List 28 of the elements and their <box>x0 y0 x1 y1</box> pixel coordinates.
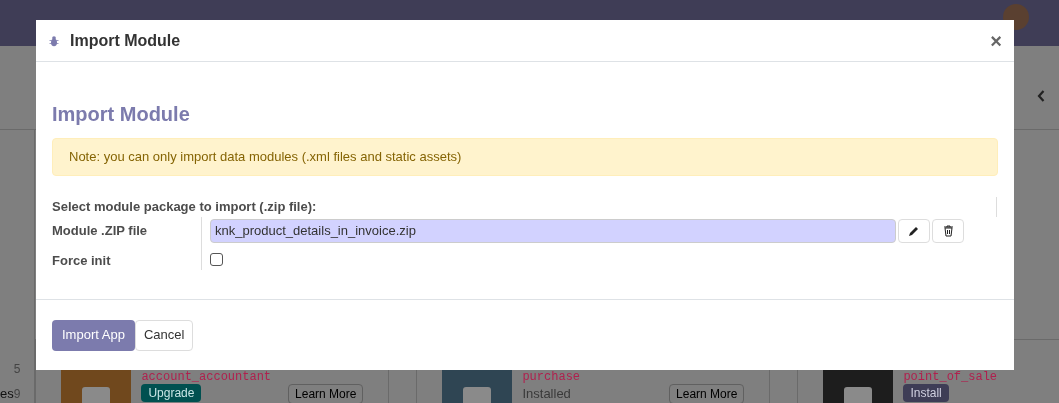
field-label: Force init <box>52 246 202 270</box>
category-count: 5 <box>13 360 21 378</box>
installed-label: Installed <box>522 385 571 403</box>
dialog-title: Import Module <box>70 30 181 51</box>
category-count: 9 <box>13 386 21 403</box>
field-label: Module .ZIP file <box>52 216 202 247</box>
chevron-left-icon[interactable] <box>1037 90 1045 102</box>
install-button[interactable]: Install <box>903 384 949 402</box>
import-app-button[interactable]: Import App <box>52 319 135 351</box>
learn-more-button[interactable]: Learn More <box>288 384 364 403</box>
trash-icon <box>942 224 954 237</box>
category-label: es <box>0 384 14 403</box>
file-field[interactable]: knk_product_details_in_invoice.zip <box>210 218 896 243</box>
technical-name: purchase <box>522 371 582 383</box>
cancel-button[interactable]: Cancel <box>134 319 194 351</box>
section-heading: Import Module <box>52 102 191 127</box>
learn-more-button[interactable]: Learn More <box>669 384 745 403</box>
pencil-icon <box>908 224 920 237</box>
force-init-checkbox[interactable] <box>210 252 223 266</box>
upgrade-button[interactable]: Upgrade <box>141 384 202 402</box>
delete-button[interactable] <box>932 218 964 243</box>
technical-name: point_of_sale <box>903 371 999 383</box>
bug-icon <box>48 34 60 47</box>
edit-button[interactable] <box>898 218 930 243</box>
group-label: Select module package to import (.zip file): <box>52 198 318 216</box>
technical-name: account_accountant <box>141 371 273 383</box>
note-alert: Note: you can only import data modules (.xml files and static assets) <box>52 138 998 176</box>
close-button[interactable]: × <box>990 30 1002 51</box>
